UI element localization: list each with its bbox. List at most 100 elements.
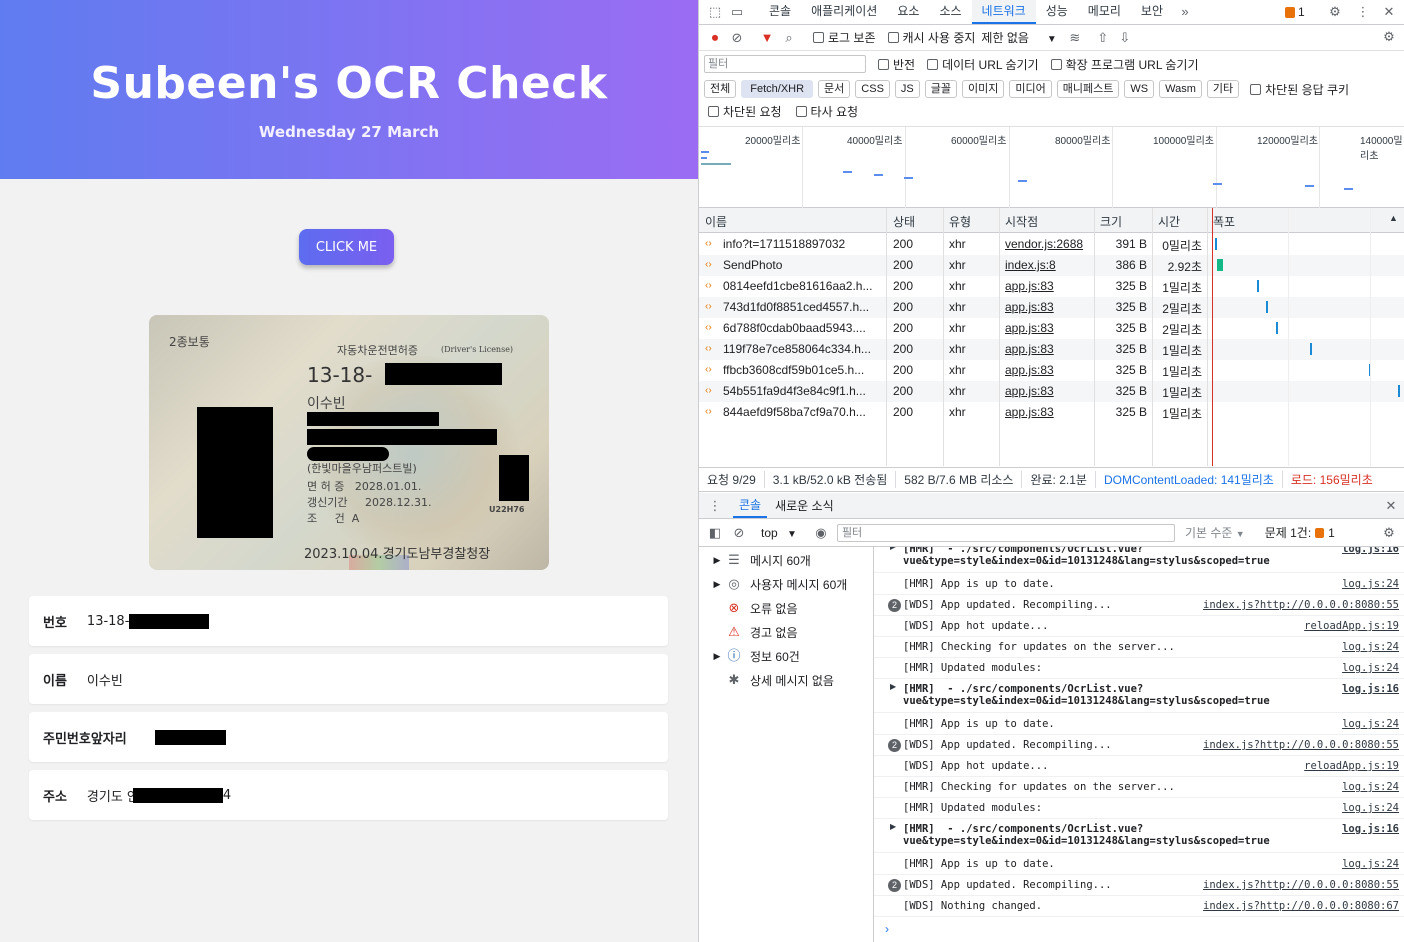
- sidebar-item-verbose[interactable]: ✱ 상세 메시지 없음: [699, 669, 834, 691]
- more-tabs-icon[interactable]: »: [1177, 4, 1193, 20]
- type-media-button[interactable]: 미디어: [1009, 80, 1052, 98]
- preserve-log-checkbox[interactable]: 로그 보존: [813, 29, 876, 46]
- console-message[interactable]: [HMR] Updated modules: log.js:24: [874, 798, 1404, 819]
- drawer-tab-console[interactable]: 콘솔: [733, 493, 768, 518]
- type-fetch-xhr-button[interactable]: Fetch/XHR: [741, 80, 814, 98]
- console-source-link[interactable]: log.js:16: [1342, 547, 1399, 555]
- third-party-checkbox[interactable]: 타사 요청: [795, 103, 858, 120]
- console-message[interactable]: 2 [WDS] App updated. Recompiling... index.…: [874, 735, 1404, 756]
- inspect-element-icon[interactable]: ⬚: [707, 4, 723, 20]
- console-message[interactable]: [HMR] Updated modules: log.js:24: [874, 658, 1404, 679]
- tab-memory[interactable]: 메모리: [1078, 0, 1131, 24]
- network-overview-timeline[interactable]: 20000밀리초 40000밀리초 60000밀리초 80000밀리초 1000…: [699, 126, 1404, 209]
- type-manifest-button[interactable]: 매니페스트: [1056, 80, 1120, 98]
- console-message[interactable]: [HMR] App is up to date. log.js:24: [874, 854, 1404, 875]
- type-img-button[interactable]: 이미지: [962, 80, 1005, 98]
- console-message[interactable]: 2 [WDS] App updated. Recompiling... index.…: [874, 595, 1404, 616]
- clear-console-icon[interactable]: ⊘: [731, 525, 747, 541]
- type-all-button[interactable]: 전체: [704, 80, 737, 98]
- hide-data-urls-checkbox[interactable]: 데이터 URL 숨기기: [927, 56, 1039, 73]
- sidebar-item-info[interactable]: ▶ ⓘ 정보 60건: [699, 645, 800, 667]
- console-source-link[interactable]: log.js:16: [1342, 683, 1399, 695]
- sidebar-item-user-messages[interactable]: ▶ ◎ 사용자 메시지 60개: [699, 573, 848, 595]
- console-source-link[interactable]: log.js:24: [1342, 858, 1399, 870]
- console-source-link[interactable]: reloadApp.js:19: [1304, 620, 1399, 632]
- request-initiator[interactable]: app.js:83: [1005, 342, 1054, 356]
- request-row[interactable]: ‹› 6d788f0cdab0baad5943.... 200 xhr app.js:8…: [699, 318, 1404, 339]
- drawer-menu-icon[interactable]: ⋮: [707, 498, 723, 514]
- column-divider[interactable]: [1207, 208, 1208, 466]
- request-row[interactable]: ‹› 54b551fa9d4f3e84c9f1.h... 200 xhr app.js:…: [699, 381, 1404, 402]
- kebab-menu-icon[interactable]: ⋮: [1355, 4, 1371, 20]
- column-header-time[interactable]: 시간: [1158, 213, 1180, 230]
- console-message[interactable]: [WDS] App hot update... reloadApp.js:19: [874, 756, 1404, 777]
- type-wasm-button[interactable]: Wasm: [1159, 80, 1202, 98]
- console-message[interactable]: 2 [WDS] App updated. Recompiling... index.…: [874, 875, 1404, 896]
- console-message[interactable]: [WDS] App hot update... reloadApp.js:19: [874, 616, 1404, 637]
- network-filter-input[interactable]: 필터: [704, 55, 866, 73]
- network-settings-gear-icon[interactable]: ⚙: [1381, 29, 1397, 45]
- column-header-waterfall[interactable]: 폭포: [1213, 213, 1235, 230]
- request-row[interactable]: ‹› 844aefd9f58ba7cf9a70.h... 200 xhr app.js:…: [699, 402, 1404, 423]
- sidebar-item-messages[interactable]: ▶ ☰ 메시지 60개: [699, 549, 811, 571]
- expand-triangle-icon[interactable]: ▶: [890, 822, 896, 831]
- throttle-select[interactable]: 제한 없음 ▼: [981, 29, 1056, 46]
- console-issues-indicator[interactable]: 문제 1건: 1: [1265, 524, 1335, 541]
- console-source-link[interactable]: log.js:24: [1342, 578, 1399, 590]
- console-source-link[interactable]: log.js:24: [1342, 662, 1399, 674]
- column-divider[interactable]: [886, 208, 887, 466]
- column-header-status[interactable]: 상태: [893, 213, 915, 230]
- filter-funnel-icon[interactable]: ▼: [759, 30, 775, 46]
- console-source-link[interactable]: log.js:24: [1342, 641, 1399, 653]
- settings-gear-icon[interactable]: ⚙: [1327, 4, 1343, 20]
- request-row[interactable]: ‹› 0814eefd1cbe81616aa2.h... 200 xhr app.js:…: [699, 276, 1404, 297]
- console-source-link[interactable]: log.js:24: [1342, 802, 1399, 814]
- request-row[interactable]: ‹› 743d1fd0f8851ced4557.h... 200 xhr app.js:…: [699, 297, 1404, 318]
- column-header-type[interactable]: 유형: [949, 213, 971, 230]
- download-har-icon[interactable]: ⇩: [1117, 30, 1133, 46]
- column-divider[interactable]: [943, 208, 944, 466]
- console-message[interactable]: ▶ [HMR] - ./src/components/OcrList.vue? v…: [874, 679, 1404, 713]
- request-row[interactable]: ‹› info?t=1711518897032 200 xhr vendor.js:26…: [699, 234, 1404, 255]
- type-font-button[interactable]: 글꼴: [924, 80, 958, 98]
- type-other-button[interactable]: 기타: [1206, 80, 1240, 98]
- request-initiator[interactable]: app.js:83: [1005, 300, 1054, 314]
- request-initiator[interactable]: app.js:83: [1005, 321, 1054, 335]
- invert-checkbox[interactable]: 반전: [878, 56, 915, 73]
- sidebar-item-errors[interactable]: ⊗ 오류 없음: [699, 597, 798, 619]
- request-row[interactable]: ‹› SendPhoto 200 xhr index.js:8 386 B 2.92초: [699, 255, 1404, 276]
- type-js-button[interactable]: JS: [894, 80, 920, 98]
- close-devtools-icon[interactable]: ✕: [1381, 4, 1397, 20]
- search-icon[interactable]: ⌕: [781, 30, 797, 46]
- console-source-link[interactable]: index.js?http://0.0.0.0:8080:55: [1203, 739, 1399, 751]
- record-stop-icon[interactable]: ⏺: [707, 30, 723, 46]
- type-ws-button[interactable]: WS: [1124, 80, 1155, 98]
- live-expression-eye-icon[interactable]: ◉: [813, 525, 829, 541]
- click-me-button[interactable]: CLICK ME: [299, 229, 394, 265]
- blocked-requests-checkbox[interactable]: 차단된 요청: [708, 103, 782, 120]
- request-initiator[interactable]: app.js:83: [1005, 384, 1054, 398]
- request-row[interactable]: ‹› 119f78e7ce858064c334.h... 200 xhr app.js:…: [699, 339, 1404, 360]
- console-message[interactable]: [HMR] Checking for updates on the server…: [874, 777, 1404, 798]
- console-message[interactable]: [HMR] App is up to date. log.js:24: [874, 714, 1404, 735]
- column-header-initiator[interactable]: 시작점: [1005, 213, 1038, 230]
- type-css-button[interactable]: CSS: [855, 80, 890, 98]
- console-source-link[interactable]: log.js:24: [1342, 718, 1399, 730]
- console-message[interactable]: ▶ [HMR] - ./src/components/OcrList.vue? v…: [874, 547, 1404, 573]
- tab-performance[interactable]: 성능: [1036, 0, 1078, 24]
- console-source-link[interactable]: index.js?http://0.0.0.0:8080:55: [1203, 599, 1399, 611]
- column-divider[interactable]: [1094, 208, 1095, 466]
- tab-console[interactable]: 콘솔: [759, 0, 801, 24]
- clear-icon[interactable]: ⊘: [729, 30, 745, 46]
- expand-triangle-icon[interactable]: ▶: [890, 547, 896, 551]
- column-divider[interactable]: [1152, 208, 1153, 466]
- console-source-link[interactable]: reloadApp.js:19: [1304, 760, 1399, 772]
- console-message[interactable]: ▶ [HMR] - ./src/components/OcrList.vue? v…: [874, 819, 1404, 853]
- console-message[interactable]: [HMR] Checking for updates on the server…: [874, 637, 1404, 658]
- upload-har-icon[interactable]: ⇧: [1095, 30, 1111, 46]
- tab-network[interactable]: 네트워크: [971, 0, 1036, 24]
- console-message[interactable]: [HMR] App is up to date. log.js:24: [874, 574, 1404, 595]
- close-drawer-icon[interactable]: ✕: [1383, 498, 1399, 514]
- console-filter-input[interactable]: 필터: [836, 523, 1175, 542]
- network-conditions-icon[interactable]: ≋: [1067, 30, 1083, 46]
